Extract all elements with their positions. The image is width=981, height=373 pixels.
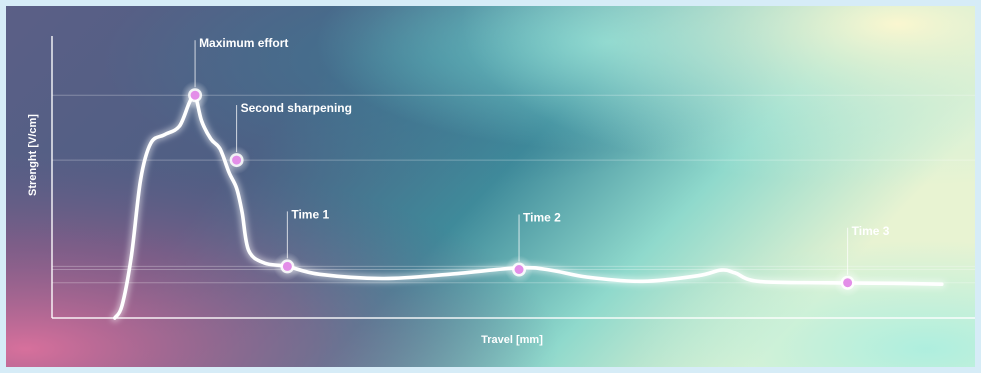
point-label: Time 1 bbox=[291, 207, 329, 221]
point-label: Time 3 bbox=[852, 224, 890, 238]
chart: Strenght [V/cm] Travel [mm] Maximum effo… bbox=[6, 6, 975, 367]
data-point bbox=[843, 278, 853, 288]
point-label: Second sharpening bbox=[241, 101, 352, 115]
y-axis-label: Strenght [V/cm] bbox=[27, 114, 39, 196]
x-axis-label: Travel [mm] bbox=[481, 334, 543, 346]
data-point bbox=[514, 264, 524, 274]
chart-background bbox=[6, 6, 975, 367]
data-point bbox=[232, 155, 242, 165]
data-point bbox=[282, 261, 292, 271]
point-label: Maximum effort bbox=[199, 36, 288, 50]
point-label: Time 2 bbox=[523, 210, 561, 224]
data-point bbox=[190, 90, 200, 100]
